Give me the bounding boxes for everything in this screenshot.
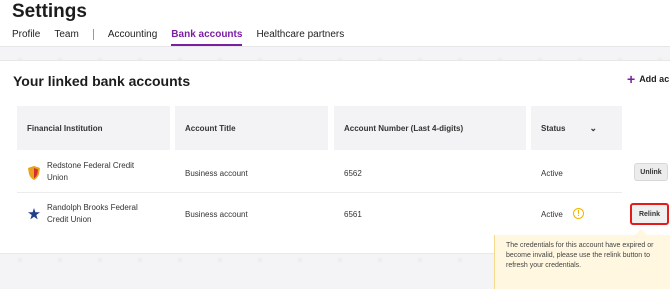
- chevron-down-icon: ⌄: [589, 122, 597, 133]
- star-logo-icon: [28, 207, 42, 221]
- relink-button[interactable]: Relink: [630, 203, 669, 225]
- account-number: 6561: [344, 209, 362, 219]
- institution-name: Redstone Federal Credit Union: [47, 160, 167, 186]
- settings-header: Settings Profile Team Accounting Bank ac…: [0, 0, 670, 47]
- account-title: Business account: [185, 209, 248, 219]
- page-title: Settings: [12, 1, 87, 22]
- tab-team[interactable]: Team: [54, 29, 78, 46]
- status-text: Active: [541, 209, 563, 219]
- tab-healthcare-partners[interactable]: Healthcare partners: [256, 29, 344, 46]
- column-header-account-title: Account Title: [175, 106, 328, 150]
- column-header-label: Account Number (Last 4-digits): [344, 123, 464, 133]
- warning-icon[interactable]: !: [573, 208, 584, 219]
- tab-profile[interactable]: Profile: [12, 29, 40, 46]
- card-title: Your linked bank accounts: [13, 73, 191, 89]
- column-header-institution: Financial Institution: [17, 106, 170, 150]
- institution-name-line: Union: [47, 173, 68, 182]
- account-number: 6562: [344, 168, 362, 178]
- plus-icon: +: [627, 71, 636, 87]
- column-header-account-number: Account Number (Last 4-digits): [334, 106, 526, 150]
- tab-bank-accounts[interactable]: Bank accounts: [171, 29, 243, 46]
- account-title: Business account: [185, 168, 248, 178]
- column-header-label: Status: [541, 123, 566, 133]
- linked-accounts-card: Your linked bank accounts + Add ac Finan…: [0, 60, 670, 254]
- column-header-label: Account Title: [185, 123, 236, 133]
- institution-name-line: Randolph Brooks Federal: [47, 203, 138, 212]
- institution-name-line: Credit Union: [47, 215, 92, 224]
- institution-name: Randolph Brooks Federal Credit Union: [47, 202, 167, 228]
- unlink-button[interactable]: Unlink: [634, 163, 668, 181]
- column-header-status[interactable]: Status ⌄: [531, 106, 622, 150]
- column-header-label: Financial Institution: [27, 123, 103, 133]
- status-text: Active: [541, 168, 563, 178]
- shield-logo-icon: [28, 165, 44, 181]
- add-account-label: Add ac: [639, 74, 670, 84]
- settings-tabs: Profile Team Accounting Bank accounts He…: [12, 29, 358, 46]
- institution-name-line: Redstone Federal Credit: [47, 161, 135, 170]
- tab-accounting[interactable]: Accounting: [108, 29, 157, 46]
- row-divider: [17, 192, 622, 193]
- credentials-tooltip: The credentials for this account have ex…: [494, 229, 670, 289]
- add-account-button[interactable]: + Add ac: [627, 71, 670, 87]
- tab-divider: [92, 29, 94, 40]
